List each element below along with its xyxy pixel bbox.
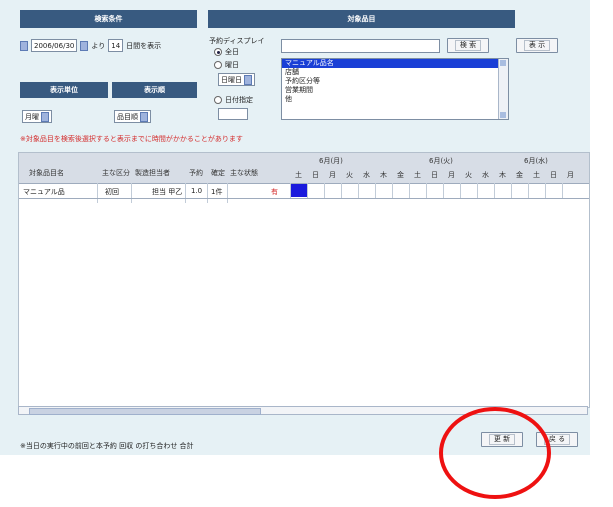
from-label: より <box>91 41 106 50</box>
day-cell-divider <box>528 183 529 198</box>
cell-reserve: 1.0 <box>191 187 203 195</box>
chevron-down-icon <box>244 74 252 85</box>
cell-owner: 担当 甲乙 <box>152 188 183 196</box>
day-header: 金 <box>516 171 523 179</box>
list-item[interactable]: 営業期間 <box>282 86 508 95</box>
day-cell-divider <box>545 183 546 198</box>
weekday-select[interactable]: 日曜日 <box>218 73 255 86</box>
cell-confirm: 1件 <box>211 188 223 196</box>
radio-all-icon <box>214 48 222 56</box>
spec-header: 対象品目 <box>208 10 515 28</box>
target-label: 予約ディスプレイ <box>209 37 265 45</box>
scrollbar-thumb[interactable] <box>29 408 261 415</box>
col-header: 対象品目名 <box>29 169 64 177</box>
radio-date[interactable]: 日付指定 <box>214 95 253 105</box>
week-header: 6月(火) <box>429 157 453 165</box>
day-header: 金 <box>397 171 404 179</box>
day-header: 木 <box>499 171 506 179</box>
days-input[interactable]: 14 <box>108 39 124 52</box>
day-cell-divider <box>375 183 376 198</box>
day-header: 日 <box>431 171 438 179</box>
day-header: 月 <box>448 171 455 179</box>
day-header: 火 <box>465 171 472 179</box>
day-header: 日 <box>550 171 557 179</box>
chevron-down-icon <box>41 111 49 122</box>
cell-kind: 初回 <box>105 188 119 196</box>
day-header: 日 <box>312 171 319 179</box>
radio-weekday[interactable]: 曜日 <box>214 60 239 70</box>
date-prev-icon[interactable] <box>20 40 28 51</box>
footer-note: ※当日の実行中の前回と本予約 回収 の打ち合わせ 合計 <box>20 442 194 450</box>
highlight-circle <box>439 407 551 499</box>
date-field[interactable] <box>218 108 248 120</box>
main-panel: 検索条件 対象品目 2006/06/30 より 14 日間を表示 表示単位 表示… <box>0 0 590 455</box>
day-header: 水 <box>482 171 489 179</box>
day-cell-divider <box>324 183 325 198</box>
day-header: 土 <box>414 171 421 179</box>
search-button[interactable]: 検 索 <box>447 38 489 53</box>
radio-date-icon <box>214 96 222 104</box>
day-cell-divider <box>290 183 291 198</box>
day-cell-divider <box>392 183 393 198</box>
search-header: 検索条件 <box>20 10 197 28</box>
week-header: 6月(月) <box>319 157 343 165</box>
date-controls: 2006/06/30 より 14 日間を表示 <box>20 39 161 52</box>
scroll-up-icon[interactable] <box>500 60 506 66</box>
radio-weekday-icon <box>214 61 222 69</box>
cell-name: マニュアル品 <box>23 188 65 196</box>
days-suffix: 日間を表示 <box>126 41 162 50</box>
scroll-down-icon[interactable] <box>500 112 506 118</box>
day-cell-divider <box>443 183 444 198</box>
day-header: 火 <box>346 171 353 179</box>
col-header: 予約 <box>189 169 203 177</box>
day-cell-divider <box>494 183 495 198</box>
date-input[interactable]: 2006/06/30 <box>31 39 78 52</box>
day-cell-divider <box>562 183 563 198</box>
col-header: 確定 <box>211 169 225 177</box>
day-cell-divider <box>307 183 308 198</box>
day-header: 土 <box>533 171 540 179</box>
sort-select[interactable]: 品目順 <box>114 110 151 123</box>
table-row[interactable]: マニュアル品 初回 担当 甲乙 1.0 1件 有 <box>19 183 589 199</box>
col-header: 主な状態 <box>230 169 258 177</box>
chevron-down-icon <box>140 111 148 122</box>
day-cell-divider <box>426 183 427 198</box>
day-cell-divider <box>460 183 461 198</box>
search-input[interactable] <box>281 39 440 53</box>
show-button[interactable]: 表 示 <box>516 38 558 53</box>
day-header: 水 <box>363 171 370 179</box>
list-item[interactable]: マニュアル品名 <box>282 59 508 68</box>
radio-all[interactable]: 全日 <box>214 47 239 57</box>
day-cell-divider <box>358 183 359 198</box>
day-cell-divider <box>511 183 512 198</box>
list-item[interactable]: 店舗 <box>282 68 508 77</box>
item-listbox[interactable]: マニュアル品名 店舗 予約区分等 営業期間 他 <box>281 58 509 120</box>
list-item[interactable]: 他 <box>282 95 508 104</box>
day-header: 木 <box>380 171 387 179</box>
day-cell-divider <box>341 183 342 198</box>
period-header: 表示単位 <box>20 82 108 98</box>
table-header: 対象品目名 主な区分 製造担当者 予約 確定 主な状態 6月(月) 6月(火) … <box>19 153 589 184</box>
col-header: 製造担当者 <box>135 169 170 177</box>
day-header: 土 <box>295 171 302 179</box>
cell-status: 有 <box>271 188 278 196</box>
list-item[interactable]: 予約区分等 <box>282 77 508 86</box>
schedule-table: 対象品目名 主な区分 製造担当者 予約 確定 主な状態 6月(月) 6月(火) … <box>18 152 590 408</box>
schedule-bar[interactable] <box>290 184 308 197</box>
day-cell-divider <box>477 183 478 198</box>
week-header: 6月(水) <box>524 157 548 165</box>
date-picker-icon[interactable] <box>80 40 89 51</box>
day-header: 月 <box>567 171 574 179</box>
period-select[interactable]: 月曜 <box>22 110 52 123</box>
sort-header: 表示順 <box>112 82 197 98</box>
day-cell-divider <box>409 183 410 198</box>
day-header: 月 <box>329 171 336 179</box>
warning-text: ※対象品目を検索後選択すると表示までに時間がかかることがあります <box>20 135 243 143</box>
col-header: 主な区分 <box>102 169 130 177</box>
listbox-scrollbar[interactable] <box>498 59 508 119</box>
